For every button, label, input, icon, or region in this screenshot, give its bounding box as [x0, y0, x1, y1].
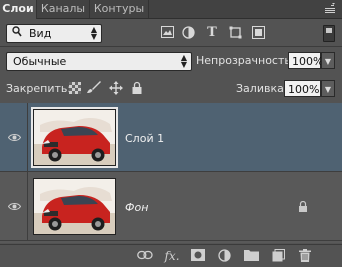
- fill-input[interactable]: 100%: [284, 80, 321, 97]
- layer-thumbnail-car[interactable]: [31, 107, 118, 168]
- layer-row-background[interactable]: Фон: [0, 172, 342, 241]
- divider: [0, 46, 342, 47]
- eye-icon[interactable]: [7, 132, 22, 141]
- type-icon[interactable]: T: [205, 26, 219, 40]
- filter-kind-label: Вид: [29, 27, 52, 40]
- layers-list: Слой 1 Фон: [0, 103, 342, 243]
- opacity-dropdown-button[interactable]: ▼: [321, 52, 335, 69]
- smart-object-icon[interactable]: [251, 26, 265, 40]
- opacity-input[interactable]: 100%: [288, 52, 323, 69]
- shape-icon[interactable]: [228, 26, 242, 40]
- visibility-cell[interactable]: [0, 172, 28, 240]
- fx-icon[interactable]: fx.: [164, 249, 180, 263]
- image-icon[interactable]: [160, 26, 174, 40]
- filter-kind-select[interactable]: Вид ▲ ▼: [6, 24, 102, 43]
- lock-all-icon[interactable]: [130, 81, 144, 95]
- fill-label: Заливка:: [236, 82, 288, 95]
- link-icon[interactable]: [137, 249, 153, 263]
- lock-position-icon[interactable]: [109, 81, 123, 95]
- layer-row-layer1[interactable]: Слой 1: [0, 103, 342, 172]
- lock-transparency-icon[interactable]: [69, 82, 81, 94]
- blend-mode-value: Обычные: [13, 55, 67, 68]
- layer-name[interactable]: Фон: [125, 201, 148, 214]
- lock-label: Закрепить:: [6, 82, 72, 95]
- lock-brush-icon[interactable]: [87, 81, 101, 95]
- chevron-updown-icon: ▲ ▼: [90, 25, 97, 41]
- chevron-updown-icon: ▲ ▼: [180, 53, 187, 69]
- eye-icon[interactable]: [7, 201, 22, 210]
- fill-dropdown-button[interactable]: ▼: [321, 80, 335, 97]
- layers-panel: Слои Каналы Контуры Вид ▲ ▼ T Обычные ▲ ▼ …: [0, 0, 342, 267]
- new-layer-icon[interactable]: [270, 249, 286, 263]
- layer-name[interactable]: Слой 1: [125, 132, 164, 145]
- mask-icon[interactable]: [190, 249, 206, 263]
- lock-icon: [298, 200, 308, 212]
- opacity-label: Непрозрачность:: [196, 54, 295, 67]
- layers-bottom-toolbar: fx.: [0, 244, 342, 267]
- filter-toggle-switch[interactable]: [323, 25, 335, 42]
- panel-menu-icon[interactable]: [324, 3, 336, 15]
- tab-channels[interactable]: Каналы: [37, 0, 90, 18]
- panel-tab-bar: Слои Каналы Контуры: [0, 0, 342, 19]
- trash-icon[interactable]: [297, 249, 313, 263]
- adjustment-layer-icon[interactable]: [216, 249, 232, 263]
- tab-layers[interactable]: Слои: [0, 0, 37, 19]
- blend-mode-select[interactable]: Обычные ▲ ▼: [6, 52, 192, 71]
- tab-paths[interactable]: Контуры: [90, 0, 149, 18]
- folder-icon[interactable]: [243, 249, 259, 263]
- search-icon: [12, 26, 22, 40]
- layer-thumbnail-car[interactable]: [33, 178, 116, 235]
- adjustment-icon[interactable]: [181, 26, 195, 40]
- visibility-cell[interactable]: [0, 103, 28, 171]
